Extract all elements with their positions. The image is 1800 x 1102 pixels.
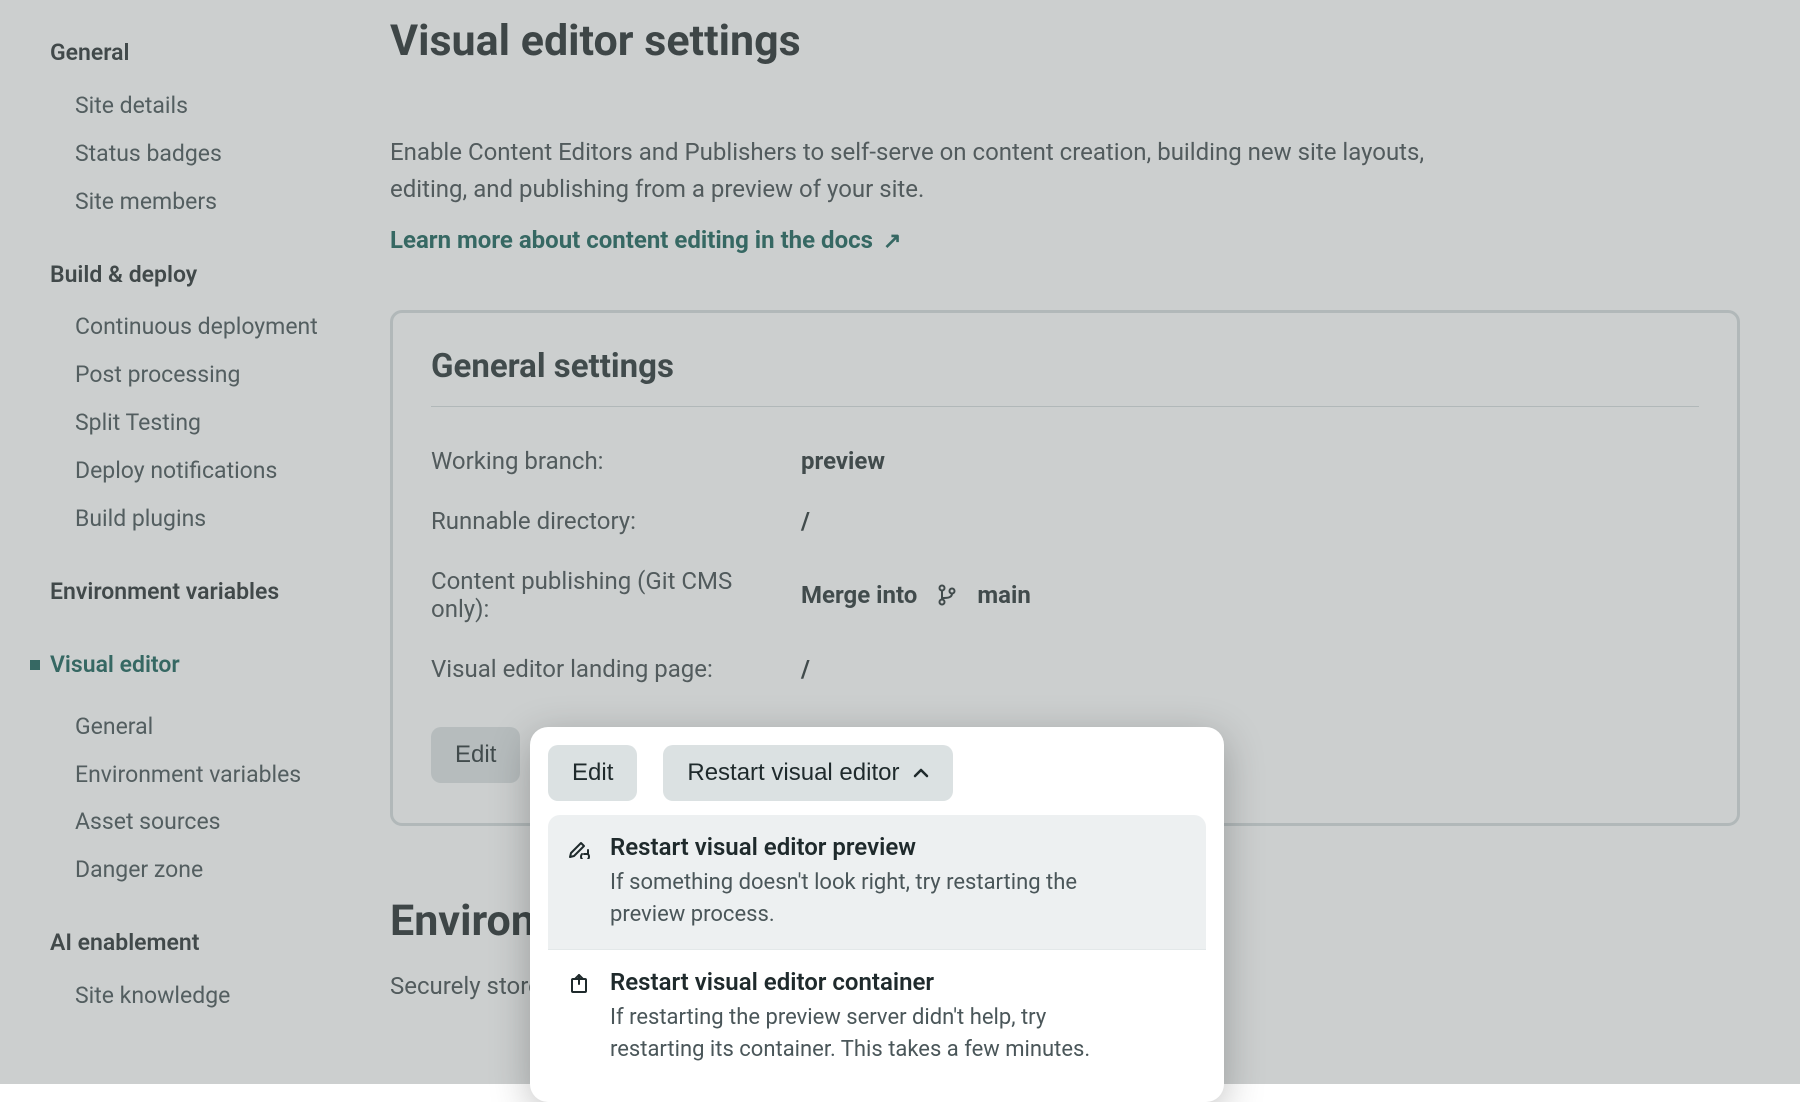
runnable-directory-value: /: [801, 507, 1699, 535]
sidebar-item-ve-asset-sources[interactable]: Asset sources: [50, 798, 360, 846]
sidebar-group-ai-enablement[interactable]: AI enablement: [50, 928, 360, 958]
landing-page-value: /: [801, 655, 1699, 683]
restart-preview-description: If something doesn't look right, try res…: [610, 867, 1130, 931]
sidebar-item-ve-general[interactable]: General: [50, 703, 360, 751]
sidebar-item-ve-env-vars[interactable]: Environment variables: [50, 751, 360, 799]
restart-menu: Restart visual editor preview If somethi…: [548, 815, 1206, 1084]
external-link-icon: ↗: [883, 229, 901, 254]
sidebar-group-build-deploy[interactable]: Build & deploy: [50, 260, 360, 290]
restart-preview-icon: [568, 833, 592, 931]
sidebar-item-ve-danger-zone[interactable]: Danger zone: [50, 846, 360, 894]
content-publishing-label: Content publishing (Git CMS only):: [431, 567, 791, 623]
learn-more-text: Learn more about content editing in the …: [390, 226, 873, 254]
merge-branch-name: main: [977, 581, 1030, 609]
restart-button-label-open: Restart visual editor: [687, 759, 899, 787]
sidebar-item-continuous-deployment[interactable]: Continuous deployment: [50, 303, 360, 351]
runnable-directory-label: Runnable directory:: [431, 507, 791, 535]
sidebar-item-post-processing[interactable]: Post processing: [50, 351, 360, 399]
page-description: Enable Content Editors and Publishers to…: [390, 134, 1450, 208]
landing-page-label: Visual editor landing page:: [431, 655, 791, 683]
restart-visual-editor-button-open[interactable]: Restart visual editor: [663, 745, 953, 801]
merge-into-text: Merge into: [801, 581, 917, 609]
sidebar-item-build-plugins[interactable]: Build plugins: [50, 495, 360, 543]
learn-more-link[interactable]: Learn more about content editing in the …: [390, 226, 901, 254]
restart-preview-option[interactable]: Restart visual editor preview If somethi…: [548, 815, 1206, 949]
content-publishing-value: Merge into main: [801, 567, 1699, 623]
edit-button[interactable]: Edit: [431, 727, 520, 783]
restart-container-title: Restart visual editor container: [610, 968, 1130, 996]
settings-sidebar: General Site details Status badges Site …: [0, 0, 360, 1084]
working-branch-label: Working branch:: [431, 447, 791, 475]
restart-dropdown-panel: Edit Restart visual editor Restart: [530, 727, 1224, 1102]
restart-container-icon: [568, 968, 592, 1066]
sidebar-item-split-testing[interactable]: Split Testing: [50, 399, 360, 447]
sidebar-item-site-members[interactable]: Site members: [50, 178, 360, 226]
restart-preview-title: Restart visual editor preview: [610, 833, 1130, 861]
sidebar-item-deploy-notifications[interactable]: Deploy notifications: [50, 447, 360, 495]
sidebar-item-visual-editor[interactable]: Visual editor: [50, 641, 360, 689]
sidebar-group-env-vars[interactable]: Environment variables: [50, 577, 360, 607]
sidebar-item-site-details[interactable]: Site details: [50, 82, 360, 130]
git-branch-icon: [937, 584, 957, 606]
restart-container-option[interactable]: Restart visual editor container If resta…: [548, 949, 1206, 1084]
restart-container-description: If restarting the preview server didn't …: [610, 1002, 1130, 1066]
card-title: General settings: [431, 347, 1699, 407]
chevron-up-icon: [913, 768, 929, 778]
working-branch-value: preview: [801, 447, 1699, 475]
edit-button-popover[interactable]: Edit: [548, 745, 637, 801]
sidebar-item-status-badges[interactable]: Status badges: [50, 130, 360, 178]
sidebar-group-general[interactable]: General: [50, 38, 360, 68]
page-title: Visual editor settings: [390, 16, 1740, 66]
sidebar-item-site-knowledge[interactable]: Site knowledge: [50, 972, 360, 1020]
